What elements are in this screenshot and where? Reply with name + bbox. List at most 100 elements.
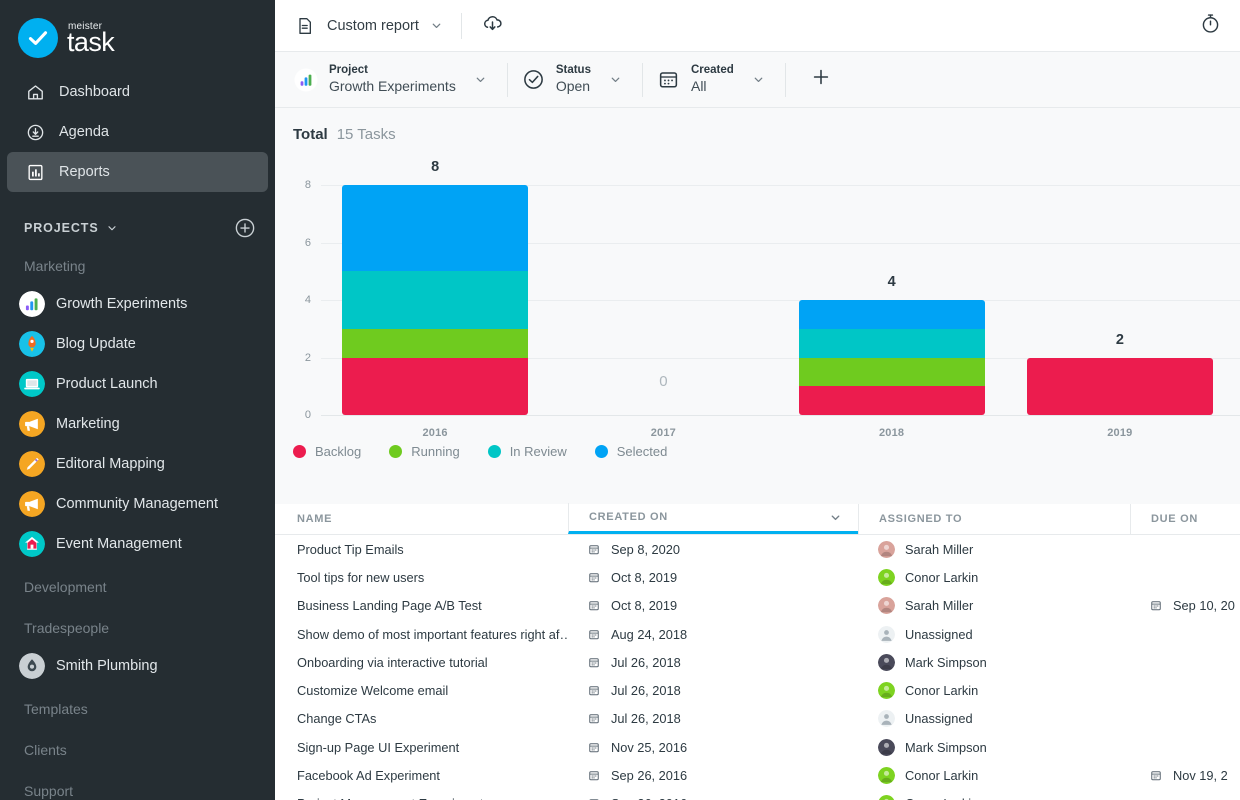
cell-assigned-to[interactable]: Conor Larkin xyxy=(858,677,1130,705)
download-report-button[interactable] xyxy=(480,11,505,41)
sidebar-project-item[interactable]: Smith Plumbing xyxy=(0,646,275,686)
filter-project[interactable]: Project Growth Experiments xyxy=(294,63,503,96)
chevron-down-icon[interactable] xyxy=(609,73,622,86)
unassigned-avatar xyxy=(878,625,895,643)
chevron-down-icon[interactable] xyxy=(430,19,443,32)
sidebar-project-item[interactable]: Product Launch xyxy=(0,364,275,404)
cell-assigned-to[interactable]: Mark Simpson xyxy=(858,648,1130,676)
chart-bar-segment xyxy=(798,386,985,415)
legend-color-dot xyxy=(293,445,306,458)
legend-label: In Review xyxy=(509,444,567,459)
assignee-name: Sarah Miller xyxy=(905,598,974,614)
legend-item[interactable]: Backlog xyxy=(293,444,361,459)
chart-bar[interactable] xyxy=(798,300,985,415)
table-row[interactable]: Project Management Experiment Sep 26, 201… xyxy=(275,790,1240,800)
cell-assigned-to[interactable]: Sarah Miller xyxy=(858,592,1130,620)
project-group-label[interactable]: Marketing xyxy=(0,248,275,284)
plus-icon xyxy=(810,66,832,93)
bar-total-label: 2 xyxy=(1115,331,1124,348)
sidebar-item-reports[interactable]: Reports xyxy=(7,152,268,192)
sidebar-item-dashboard[interactable]: Dashboard xyxy=(7,72,268,112)
sidebar-project-item[interactable]: Blog Update xyxy=(0,324,275,364)
cell-assigned-to[interactable]: Unassigned xyxy=(858,620,1130,648)
table-row[interactable]: Business Landing Page A/B Test Oct 8, 201… xyxy=(275,592,1240,620)
created-date-text: Sep 26, 2016 xyxy=(611,768,688,784)
cell-task-name[interactable]: Onboarding via interactive tutorial xyxy=(275,648,568,676)
legend-item[interactable]: Running xyxy=(389,444,460,459)
created-date-text: Sep 8, 2020 xyxy=(611,541,681,557)
cell-assigned-to[interactable]: Conor Larkin xyxy=(858,790,1130,800)
cell-task-name[interactable]: Product Tip Emails xyxy=(275,535,568,563)
sidebar-item-agenda[interactable]: Agenda xyxy=(7,112,268,152)
sidebar-project-item[interactable]: Marketing xyxy=(0,404,275,444)
check-circle-icon xyxy=(522,68,545,91)
table-row[interactable]: Facebook Ad Experiment Sep 26, 2016 Conor … xyxy=(275,761,1240,789)
cell-assigned-to[interactable]: Conor Larkin xyxy=(858,762,1130,790)
cell-assigned-to[interactable]: Conor Larkin xyxy=(858,563,1130,591)
table-row[interactable]: Change CTAs Jul 26, 2018 Unassigned xyxy=(275,705,1240,733)
calendar-icon xyxy=(657,68,680,91)
chevron-down-icon[interactable] xyxy=(106,222,118,234)
legend-item[interactable]: Selected xyxy=(594,444,667,459)
chevron-down-icon[interactable] xyxy=(752,73,765,86)
cell-assigned-to[interactable]: Sarah Miller xyxy=(858,535,1130,563)
total-label: Total xyxy=(293,126,328,143)
created-date-text: Oct 8, 2019 xyxy=(611,569,678,585)
project-group-label[interactable]: Development xyxy=(0,569,275,605)
sidebar-project-item[interactable]: Editoral Mapping xyxy=(0,444,275,484)
report-selector[interactable]: Custom report xyxy=(295,16,443,36)
filter-status[interactable]: Status Open xyxy=(522,63,638,96)
calendar-icon xyxy=(588,656,600,669)
chevron-down-icon[interactable] xyxy=(829,511,842,524)
house-icon xyxy=(19,531,45,557)
pen-icon xyxy=(19,451,45,477)
projects-header[interactable]: PROJECTS xyxy=(0,213,275,243)
column-header-due-on[interactable]: DUE ON xyxy=(1130,504,1240,534)
table-row[interactable]: Sign-up Page UI Experiment Nov 25, 2016 Ma… xyxy=(275,733,1240,761)
table-row[interactable]: Onboarding via interactive tutorial Jul 2… xyxy=(275,648,1240,676)
calendar-icon xyxy=(1150,769,1162,782)
cell-task-name[interactable]: Show demo of most important features rig… xyxy=(275,620,568,648)
table-row[interactable]: Tool tips for new users Oct 8, 2019 Conor … xyxy=(275,563,1240,591)
created-date-text: Nov 25, 2016 xyxy=(611,739,688,755)
filter-created[interactable]: Created All xyxy=(657,63,781,96)
project-group-label[interactable]: Templates xyxy=(0,691,275,727)
cell-task-name[interactable]: Tool tips for new users xyxy=(275,563,568,591)
logo[interactable]: meister task xyxy=(0,0,275,62)
cell-task-name[interactable]: Business Landing Page A/B Test xyxy=(275,592,568,620)
column-header-created-on[interactable]: CREATED ON xyxy=(568,503,858,534)
chart-bar[interactable] xyxy=(1026,357,1213,415)
cell-due-on xyxy=(1130,790,1240,800)
sidebar-project-item[interactable]: Growth Experiments xyxy=(0,284,275,324)
cell-created-on: Jul 26, 2018 xyxy=(568,705,858,733)
cell-assigned-to[interactable]: Unassigned xyxy=(858,705,1130,733)
table-row[interactable]: Customize Welcome email Jul 26, 2018 Conor… xyxy=(275,676,1240,704)
project-group-label[interactable]: Tradespeople xyxy=(0,610,275,646)
chart-panel: Total 15 Tasks 0 2 4 6 8 8 2016 0 2017 4 2018 2 2019… xyxy=(275,108,1240,504)
created-date-text: Aug 24, 2018 xyxy=(611,626,688,642)
cell-assigned-to[interactable]: Mark Simpson xyxy=(858,733,1130,761)
sidebar-project-item[interactable]: Community Management xyxy=(0,484,275,524)
chevron-down-icon[interactable] xyxy=(474,73,487,86)
column-header-name[interactable]: NAME xyxy=(275,504,568,534)
cell-task-name[interactable]: Change CTAs xyxy=(275,705,568,733)
cell-task-name[interactable]: Sign-up Page UI Experiment xyxy=(275,733,568,761)
column-header-assigned-to[interactable]: ASSIGNED TO xyxy=(858,504,1130,534)
chart-bar[interactable] xyxy=(342,185,529,415)
cell-task-name[interactable]: Facebook Ad Experiment xyxy=(275,762,568,790)
report-name: Custom report xyxy=(327,17,419,34)
legend-item[interactable]: In Review xyxy=(487,444,567,459)
cell-task-name[interactable]: Customize Welcome email xyxy=(275,677,568,705)
sidebar-project-item[interactable]: Event Management xyxy=(0,524,275,564)
project-group-label[interactable]: Support xyxy=(0,773,275,800)
y-axis-tick: 0 xyxy=(304,409,311,421)
project-label: Smith Plumbing xyxy=(56,658,158,674)
cell-task-name[interactable]: Project Management Experiment xyxy=(275,790,568,800)
add-filter-button[interactable] xyxy=(800,66,842,93)
table-row[interactable]: Show demo of most important features rig… xyxy=(275,620,1240,648)
add-project-button[interactable] xyxy=(234,217,256,239)
timer-button[interactable] xyxy=(1199,12,1222,40)
table-row[interactable]: Product Tip Emails Sep 8, 2020 Sarah Mille… xyxy=(275,535,1240,563)
chart-bar-segment xyxy=(342,328,529,358)
project-group-label[interactable]: Clients xyxy=(0,732,275,768)
